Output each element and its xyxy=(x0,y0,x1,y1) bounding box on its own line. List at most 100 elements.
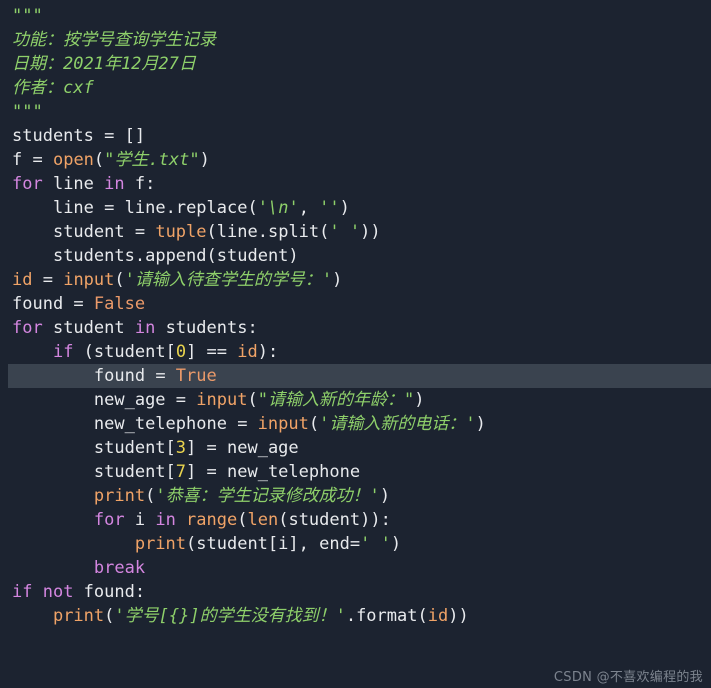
token-str: '\n' xyxy=(257,198,299,218)
code-line[interactable]: break xyxy=(0,556,711,580)
code-line[interactable]: """ xyxy=(0,4,711,28)
code-editor[interactable]: """ 功能：按学号查询学生记录 日期：2021年12月27日 作者：cxf """ st… xyxy=(0,0,711,688)
token-punct: = xyxy=(73,294,94,314)
token-plain: line xyxy=(52,174,105,194)
token-plain: students xyxy=(12,126,105,146)
token-kw: for xyxy=(93,510,135,530)
token-builtin: id xyxy=(427,606,449,626)
token-builtin: print xyxy=(134,534,187,554)
token-punct: = xyxy=(175,390,197,410)
token-kw: in xyxy=(155,510,187,530)
code-line[interactable]: print('学号[{}]的学生没有找到！'.format(id)) xyxy=(0,604,711,628)
code-line[interactable]: for line in f: xyxy=(0,172,711,196)
token-punct: : xyxy=(145,174,156,194)
token-plain: student xyxy=(216,246,289,266)
token-builtin: input xyxy=(63,270,115,290)
token-str: '学号[{}]的学生没有找到！' xyxy=(114,606,346,626)
token-kw: for xyxy=(12,318,53,338)
token-builtin: range xyxy=(186,510,238,530)
token-punct: ( xyxy=(237,510,248,530)
code-line[interactable]: for i in range(len(student)): xyxy=(0,508,711,532)
token-punct: ( xyxy=(206,222,217,242)
code-line[interactable]: if not found: xyxy=(0,580,711,604)
code-line[interactable]: student[3] = new_age xyxy=(0,436,711,460)
code-line[interactable]: """ xyxy=(0,100,711,124)
token-punct: [ xyxy=(165,438,176,458)
token-punct: = xyxy=(32,150,53,170)
token-punct: ): xyxy=(257,342,279,362)
token-plain: student xyxy=(288,510,361,530)
token-punct: )) xyxy=(448,606,469,626)
token-punct: ) xyxy=(288,246,299,266)
token-builtin: input xyxy=(257,414,309,434)
code-line[interactable]: new_age = input("请输入新的年龄：") xyxy=(0,388,711,412)
token-punct: [] xyxy=(124,126,146,146)
token-punct: ( xyxy=(114,270,125,290)
token-punct: )): xyxy=(360,510,391,530)
token-str: "学生.txt" xyxy=(104,150,200,170)
token-punct: . xyxy=(134,246,146,266)
code-content-area[interactable]: """ 功能：按学号查询学生记录 日期：2021年12月27日 作者：cxf """ st… xyxy=(0,0,711,628)
token-doc: 日期：2021年12月27日 xyxy=(12,54,196,74)
token-punct: ( xyxy=(104,606,115,626)
code-line[interactable]: print(student[i], end=' ') xyxy=(0,532,711,556)
token-num: 3 xyxy=(175,438,187,458)
token-punct: [ xyxy=(165,462,176,482)
token-plain: split xyxy=(267,222,320,242)
token-punct: . xyxy=(165,198,176,218)
code-line[interactable]: found = False xyxy=(0,292,711,316)
token-str: '请输入新的电话：' xyxy=(319,414,476,434)
token-const: True xyxy=(175,366,217,386)
code-line[interactable]: f = open("学生.txt") xyxy=(0,148,711,172)
token-plain: student xyxy=(52,318,135,338)
token-builtin: print xyxy=(93,486,146,506)
code-line[interactable]: 功能：按学号查询学生记录 xyxy=(0,28,711,52)
code-line[interactable]: 作者：cxf xyxy=(0,76,711,100)
token-punct: ( xyxy=(308,414,320,434)
token-plain: found xyxy=(83,582,135,602)
token-plain: student xyxy=(93,438,166,458)
code-line[interactable]: print('恭喜：学生记录修改成功！') xyxy=(0,484,711,508)
code-line[interactable]: found = True xyxy=(8,364,711,388)
code-line[interactable]: students = [] xyxy=(0,124,711,148)
token-punct: ) xyxy=(390,534,402,554)
token-plain: end xyxy=(319,534,350,554)
code-line[interactable]: for student in students: xyxy=(0,316,711,340)
token-str: '请输入待查学生的学号：' xyxy=(124,270,333,290)
code-line[interactable]: 日期：2021年12月27日 xyxy=(0,52,711,76)
token-punct: ( xyxy=(417,606,428,626)
token-plain: format xyxy=(356,606,418,626)
code-line[interactable]: new_telephone = input('请输入新的电话：') xyxy=(0,412,711,436)
token-plain: line xyxy=(124,198,166,218)
token-doc: 功能：按学号查询学生记录 xyxy=(12,30,216,50)
token-punct: ] = xyxy=(186,462,227,482)
token-plain: f xyxy=(134,174,146,194)
token-punct: ) xyxy=(414,390,425,410)
token-punct: ], xyxy=(288,534,320,554)
token-str: ' ' xyxy=(329,222,361,242)
code-line[interactable]: students.append(student) xyxy=(0,244,711,268)
token-docq: """ xyxy=(12,102,43,122)
token-punct: = xyxy=(134,222,156,242)
code-line[interactable]: if (student[0] == id): xyxy=(0,340,711,364)
code-line[interactable]: id = input('请输入待查学生的学号：') xyxy=(0,268,711,292)
token-plain: new_age xyxy=(93,390,176,410)
token-punct: = xyxy=(237,414,258,434)
token-doc: 作者：cxf xyxy=(12,78,94,98)
token-punct: ( xyxy=(319,222,330,242)
token-kw: not xyxy=(42,582,84,602)
token-kw: for xyxy=(12,174,53,194)
code-line[interactable]: student[7] = new_telephone xyxy=(0,460,711,484)
code-line[interactable]: student = tuple(line.split(' ')) xyxy=(0,220,711,244)
token-punct: [ xyxy=(165,342,176,362)
token-plain: new_telephone xyxy=(93,414,238,434)
code-line[interactable]: line = line.replace('\n', '') xyxy=(0,196,711,220)
